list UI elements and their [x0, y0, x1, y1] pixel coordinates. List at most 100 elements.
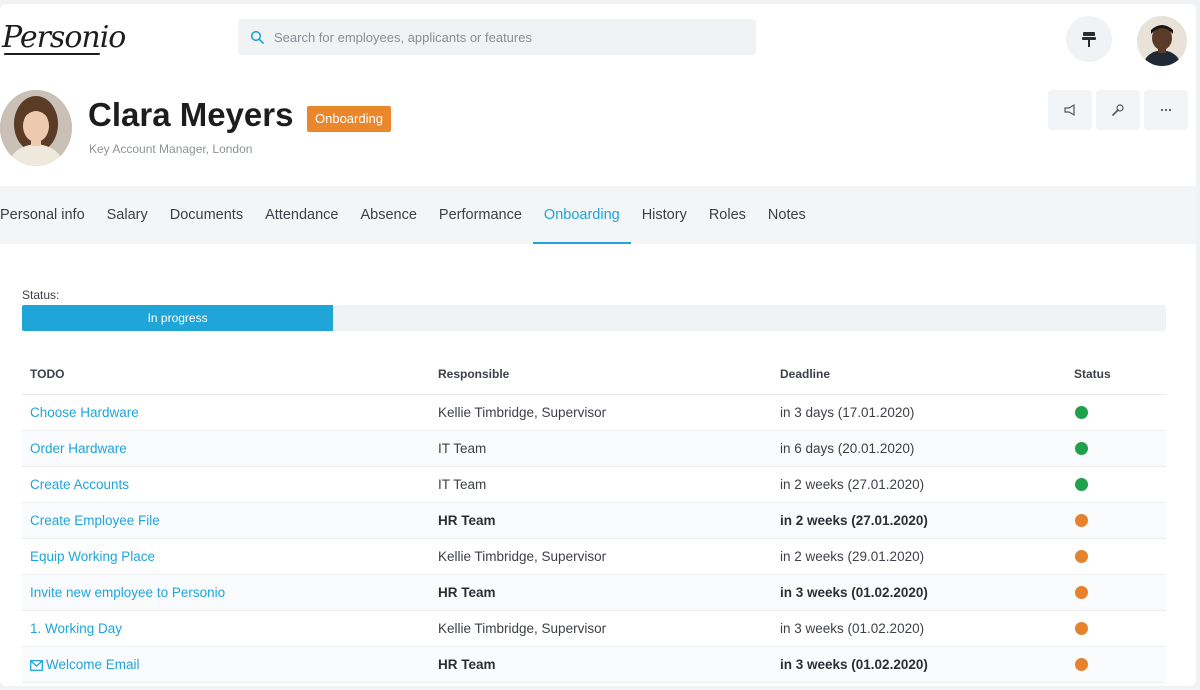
task-cell: Invite new employee to Personio [22, 574, 430, 611]
todo-table: TODO Responsible Deadline Status Choose … [22, 354, 1166, 683]
status-label: Status: [22, 288, 60, 302]
responsible-cell: HR Team [430, 574, 772, 611]
deadline-cell: in 3 weeks (01.02.2020) [772, 610, 1066, 647]
responsible-cell: Kellie Timbridge, Supervisor [430, 394, 772, 431]
column-header-status[interactable]: Status [1066, 354, 1166, 395]
tab-salary[interactable]: Salary [96, 186, 159, 244]
task-link[interactable]: Equip Working Place [30, 549, 155, 564]
status-dot-open [1075, 550, 1088, 564]
task-cell: Order Hardware [22, 430, 430, 467]
tab-performance[interactable]: Performance [428, 186, 533, 244]
deadline-cell: in 6 days (20.01.2020) [772, 430, 1066, 467]
table-header-row: TODO Responsible Deadline Status [22, 354, 1166, 395]
task-cell: Welcome Email [22, 646, 430, 683]
responsible-cell: Kellie Timbridge, Supervisor [430, 610, 772, 647]
profile-actions [1048, 90, 1188, 130]
personio-logo[interactable]: Personio [2, 20, 126, 55]
status-dot-done [1075, 406, 1088, 420]
status-dot-open [1075, 622, 1088, 636]
employee-subtitle: Key Account Manager, London [89, 142, 253, 156]
task-label: Order Hardware [30, 440, 127, 456]
tab-notes[interactable]: Notes [757, 186, 817, 244]
search-icon [250, 30, 264, 44]
status-dot-open [1075, 586, 1088, 600]
task-label: Welcome Email [46, 656, 140, 672]
column-header-responsible[interactable]: Responsible [430, 354, 772, 395]
task-cell: Create Employee File [22, 502, 430, 539]
responsible-cell: IT Team [430, 430, 772, 467]
deadline-cell: in 2 weeks (27.01.2020) [772, 466, 1066, 503]
task-link[interactable]: Create Employee File [30, 513, 160, 528]
megaphone-icon [1064, 103, 1075, 117]
tab-absence[interactable]: Absence [349, 186, 427, 244]
user-avatar-image [1137, 16, 1187, 66]
deadline-cell: in 2 weeks (29.01.2020) [772, 538, 1066, 575]
mail-icon [30, 659, 43, 671]
task-link[interactable]: Invite new employee to Personio [30, 585, 225, 600]
table-row: Create Accounts IT Team in 2 weeks (27.01.… [22, 466, 1166, 503]
status-cell [1066, 538, 1166, 575]
status-cell [1066, 502, 1166, 539]
user-avatar[interactable] [1137, 16, 1187, 66]
settings-button[interactable] [1096, 90, 1140, 130]
deadline-cell: in 3 weeks (01.02.2020) [772, 574, 1066, 611]
status-cell [1066, 430, 1166, 467]
tab-history[interactable]: History [631, 186, 698, 244]
app-window: Personio Search for employees, applicant… [0, 4, 1196, 686]
tab-personal-info[interactable]: Personal info [0, 186, 96, 244]
task-link[interactable]: 1. Working Day [30, 621, 122, 636]
logo-underline [3, 53, 101, 55]
status-cell [1066, 466, 1166, 503]
task-cell: Create Accounts [22, 466, 430, 503]
progress-bar: In progress [22, 305, 1166, 331]
table-row: Welcome Email HR Team in 3 weeks (01.02.20… [22, 646, 1166, 683]
table-row: Choose Hardware Kellie Timbridge, Supervi… [22, 394, 1166, 431]
status-cell [1066, 574, 1166, 611]
task-link[interactable]: Order Hardware [30, 441, 127, 456]
tab-onboarding[interactable]: Onboarding [532, 186, 631, 244]
tab-documents[interactable]: Documents [159, 186, 254, 244]
tab-attendance[interactable]: Attendance [254, 186, 349, 244]
task-cell: Choose Hardware [22, 394, 430, 431]
responsible-cell: Kellie Timbridge, Supervisor [430, 538, 772, 575]
profile-tabs: Personal info Salary Documents Attendance Ab… [0, 186, 1196, 244]
deadline-cell: in 2 weeks (27.01.2020) [772, 502, 1066, 539]
task-link[interactable]: Choose Hardware [30, 405, 139, 420]
employee-name: Clara Meyers [88, 96, 294, 133]
task-label: Equip Working Place [30, 548, 156, 564]
status-dot-open [1075, 514, 1088, 528]
wrench-icon [1112, 104, 1124, 116]
status-cell [1066, 394, 1166, 431]
profile-photo-image [0, 90, 72, 166]
responsible-cell: HR Team [430, 646, 772, 683]
task-link[interactable]: Create Accounts [30, 477, 129, 492]
column-header-deadline[interactable]: Deadline [772, 354, 1066, 395]
task-label: Create Accounts [30, 476, 130, 492]
profile-photo [0, 90, 72, 166]
table-row: Order Hardware IT Team in 6 days (20.01.20… [22, 430, 1166, 467]
search-bar[interactable] [238, 19, 756, 55]
search-input[interactable] [274, 29, 734, 45]
table-row: 1. Working Day Kellie Timbridge, Supervis… [22, 610, 1166, 647]
status-badge: Onboarding [307, 106, 391, 132]
responsible-cell: IT Team [430, 466, 772, 503]
task-cell: 1. Working Day [22, 610, 430, 647]
responsible-cell: HR Team [430, 502, 772, 539]
more-icon [1160, 108, 1172, 112]
profile-header: Clara Meyers Onboarding Key Account Mana… [0, 82, 1196, 192]
task-label: Invite new employee to Personio [30, 584, 226, 600]
pin-button[interactable] [1066, 16, 1112, 62]
deadline-cell: in 3 days (17.01.2020) [772, 394, 1066, 431]
more-button[interactable] [1144, 90, 1188, 130]
deadline-cell: in 3 weeks (01.02.2020) [772, 646, 1066, 683]
status-dot-open [1075, 658, 1088, 672]
table-row: Invite new employee to Personio HR Team in… [22, 574, 1166, 611]
status-dot-done [1075, 478, 1088, 492]
status-dot-done [1075, 442, 1088, 456]
task-cell: Equip Working Place [22, 538, 430, 575]
task-link[interactable]: Welcome Email [30, 657, 140, 672]
column-header-todo[interactable]: TODO [22, 354, 430, 395]
announce-button[interactable] [1048, 90, 1092, 130]
task-label: Create Employee File [30, 512, 160, 528]
tab-roles[interactable]: Roles [698, 186, 757, 244]
